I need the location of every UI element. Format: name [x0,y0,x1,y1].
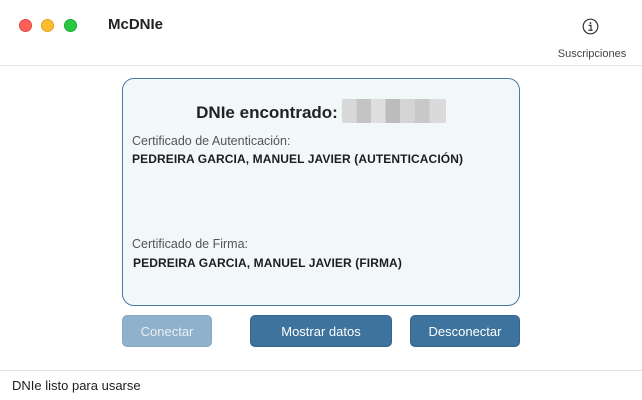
sign-cert-label: Certificado de Firma: [132,237,249,251]
info-circle-icon [582,18,599,35]
subscriptions-button[interactable]: Suscripciones [546,8,638,64]
minimize-window-button[interactable] [41,19,54,32]
status-text: DNIe listo para usarse [12,378,141,393]
dnie-info-card: DNIe encontrado: Certificado de Autentic… [122,78,520,306]
disconnect-button[interactable]: Desconectar [410,315,520,347]
auth-cert-label: Certificado de Autenticación: [132,134,291,148]
zoom-window-button[interactable] [64,19,77,32]
card-title-text: DNIe encontrado: [196,103,338,122]
status-bar: DNIe listo para usarse [0,370,642,400]
close-window-button[interactable] [19,19,32,32]
sign-cert-value: PEDREIRA GARCIA, MANUEL JAVIER (FIRMA) [133,256,402,270]
subscriptions-label: Suscripciones [557,48,627,60]
redacted-dnie-number [341,99,446,123]
card-title: DNIe encontrado: [123,99,519,123]
auth-cert-value: PEDREIRA GARCIA, MANUEL JAVIER (AUTENTIC… [132,152,464,166]
connect-button[interactable]: Conectar [122,315,212,347]
show-data-button[interactable]: Mostrar datos [250,315,392,347]
app-title: McDNIe [108,16,164,33]
title-bar: McDNIe Suscripciones [0,0,642,66]
